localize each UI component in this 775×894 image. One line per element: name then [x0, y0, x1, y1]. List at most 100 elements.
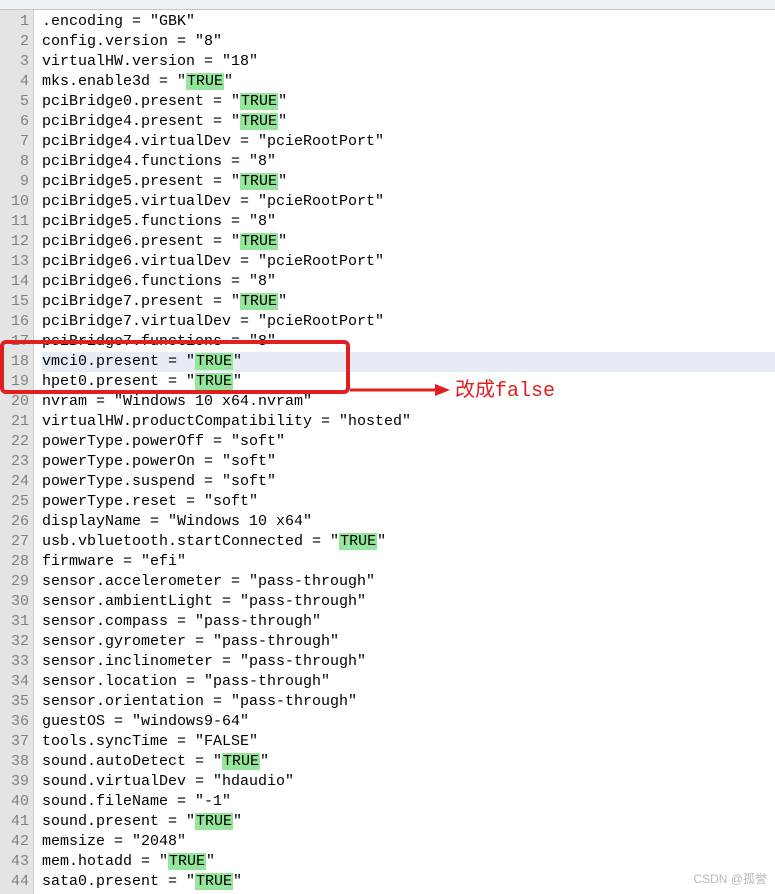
code-text: hpet0.present = " — [42, 373, 195, 390]
code-text: powerType.suspend = "soft" — [42, 473, 276, 490]
code-text: firmware = "efi" — [42, 553, 186, 570]
line-number: 16 — [0, 312, 29, 332]
code-line[interactable]: powerType.powerOff = "soft" — [42, 432, 775, 452]
line-number: 32 — [0, 632, 29, 652]
code-line[interactable]: vmci0.present = "TRUE" — [42, 352, 775, 372]
code-line[interactable]: sound.autoDetect = "TRUE" — [42, 752, 775, 772]
code-text: pciBridge4.present = " — [42, 113, 240, 130]
line-number: 38 — [0, 752, 29, 772]
highlighted-word: TRUE — [195, 813, 233, 830]
code-line[interactable]: virtualHW.productCompatibility = "hosted… — [42, 412, 775, 432]
line-number: 40 — [0, 792, 29, 812]
code-text: " — [278, 293, 287, 310]
code-line[interactable]: mks.enable3d = "TRUE" — [42, 72, 775, 92]
code-text: sound.autoDetect = " — [42, 753, 222, 770]
code-text: sensor.accelerometer = "pass-through" — [42, 573, 375, 590]
code-line[interactable]: pciBridge5.functions = "8" — [42, 212, 775, 232]
code-line[interactable]: pciBridge4.functions = "8" — [42, 152, 775, 172]
highlighted-word: TRUE — [339, 533, 377, 550]
code-text: " — [233, 873, 242, 890]
line-number: 3 — [0, 52, 29, 72]
tab-bar[interactable] — [0, 0, 775, 10]
line-number: 4 — [0, 72, 29, 92]
code-line[interactable]: nvram = "Windows 10 x64.nvram" — [42, 392, 775, 412]
line-number: 13 — [0, 252, 29, 272]
code-line[interactable]: sata0.present = "TRUE" — [42, 872, 775, 892]
code-text: pciBridge6.functions = "8" — [42, 273, 276, 290]
code-editor[interactable]: 1234567891011121314151617181920212223242… — [0, 10, 775, 894]
code-line[interactable]: tools.syncTime = "FALSE" — [42, 732, 775, 752]
line-number: 33 — [0, 652, 29, 672]
code-text: " — [278, 93, 287, 110]
code-text: " — [206, 853, 215, 870]
code-text: pciBridge7.present = " — [42, 293, 240, 310]
code-line[interactable]: firmware = "efi" — [42, 552, 775, 572]
code-line[interactable]: virtualHW.version = "18" — [42, 52, 775, 72]
highlighted-word: TRUE — [240, 93, 278, 110]
highlighted-word: TRUE — [240, 113, 278, 130]
code-line[interactable]: sound.fileName = "-1" — [42, 792, 775, 812]
code-line[interactable]: pciBridge7.functions = "8" — [42, 332, 775, 352]
line-number: 27 — [0, 532, 29, 552]
line-number: 6 — [0, 112, 29, 132]
code-line[interactable]: pciBridge4.present = "TRUE" — [42, 112, 775, 132]
code-line[interactable]: pciBridge7.present = "TRUE" — [42, 292, 775, 312]
code-text: " — [278, 173, 287, 190]
code-text: pciBridge4.functions = "8" — [42, 153, 276, 170]
code-line[interactable]: mem.hotadd = "TRUE" — [42, 852, 775, 872]
code-text: " — [233, 373, 242, 390]
code-line[interactable]: usb.vbluetooth.startConnected = "TRUE" — [42, 532, 775, 552]
line-number: 10 — [0, 192, 29, 212]
code-line[interactable]: hpet0.present = "TRUE" — [42, 372, 775, 392]
code-text: powerType.powerOff = "soft" — [42, 433, 285, 450]
code-line[interactable]: sound.present = "TRUE" — [42, 812, 775, 832]
code-text: sound.fileName = "-1" — [42, 793, 231, 810]
line-number: 17 — [0, 332, 29, 352]
code-line[interactable]: sensor.location = "pass-through" — [42, 672, 775, 692]
code-line[interactable]: pciBridge6.functions = "8" — [42, 272, 775, 292]
code-line[interactable]: sound.virtualDev = "hdaudio" — [42, 772, 775, 792]
code-text: mem.hotadd = " — [42, 853, 168, 870]
code-line[interactable]: pciBridge5.virtualDev = "pcieRootPort" — [42, 192, 775, 212]
highlighted-word: TRUE — [186, 73, 224, 90]
code-line[interactable]: powerType.reset = "soft" — [42, 492, 775, 512]
code-line[interactable]: sensor.gyrometer = "pass-through" — [42, 632, 775, 652]
code-line[interactable]: powerType.powerOn = "soft" — [42, 452, 775, 472]
code-text: displayName = "Windows 10 x64" — [42, 513, 312, 530]
code-line[interactable]: powerType.suspend = "soft" — [42, 472, 775, 492]
code-line[interactable]: pciBridge6.present = "TRUE" — [42, 232, 775, 252]
code-text: " — [377, 533, 386, 550]
code-line[interactable]: sensor.compass = "pass-through" — [42, 612, 775, 632]
code-line[interactable]: sensor.inclinometer = "pass-through" — [42, 652, 775, 672]
code-line[interactable]: displayName = "Windows 10 x64" — [42, 512, 775, 532]
line-number: 31 — [0, 612, 29, 632]
code-line[interactable]: memsize = "2048" — [42, 832, 775, 852]
code-line[interactable]: sensor.accelerometer = "pass-through" — [42, 572, 775, 592]
line-number: 29 — [0, 572, 29, 592]
line-number: 21 — [0, 412, 29, 432]
code-text: config.version = "8" — [42, 33, 222, 50]
code-text: memsize = "2048" — [42, 833, 186, 850]
highlighted-word: TRUE — [240, 173, 278, 190]
code-line[interactable]: pciBridge0.present = "TRUE" — [42, 92, 775, 112]
code-text: powerType.powerOn = "soft" — [42, 453, 276, 470]
code-line[interactable]: guestOS = "windows9-64" — [42, 712, 775, 732]
code-line[interactable]: sensor.orientation = "pass-through" — [42, 692, 775, 712]
code-area[interactable]: .encoding = "GBK"config.version = "8" vir… — [34, 10, 775, 894]
code-text: pciBridge5.present = " — [42, 173, 240, 190]
code-text: powerType.reset = "soft" — [42, 493, 258, 510]
code-text: guestOS = "windows9-64" — [42, 713, 249, 730]
code-line[interactable]: pciBridge4.virtualDev = "pcieRootPort" — [42, 132, 775, 152]
line-number: 30 — [0, 592, 29, 612]
line-number: 28 — [0, 552, 29, 572]
line-number: 18 — [0, 352, 29, 372]
code-text: " — [278, 233, 287, 250]
code-line[interactable]: sensor.ambientLight = "pass-through" — [42, 592, 775, 612]
code-line[interactable]: pciBridge5.present = "TRUE" — [42, 172, 775, 192]
code-line[interactable]: pciBridge7.virtualDev = "pcieRootPort" — [42, 312, 775, 332]
code-line[interactable]: config.version = "8" — [42, 32, 775, 52]
code-line[interactable]: pciBridge6.virtualDev = "pcieRootPort" — [42, 252, 775, 272]
line-number: 15 — [0, 292, 29, 312]
code-line[interactable]: .encoding = "GBK" — [42, 12, 775, 32]
code-text: sensor.orientation = "pass-through" — [42, 693, 357, 710]
